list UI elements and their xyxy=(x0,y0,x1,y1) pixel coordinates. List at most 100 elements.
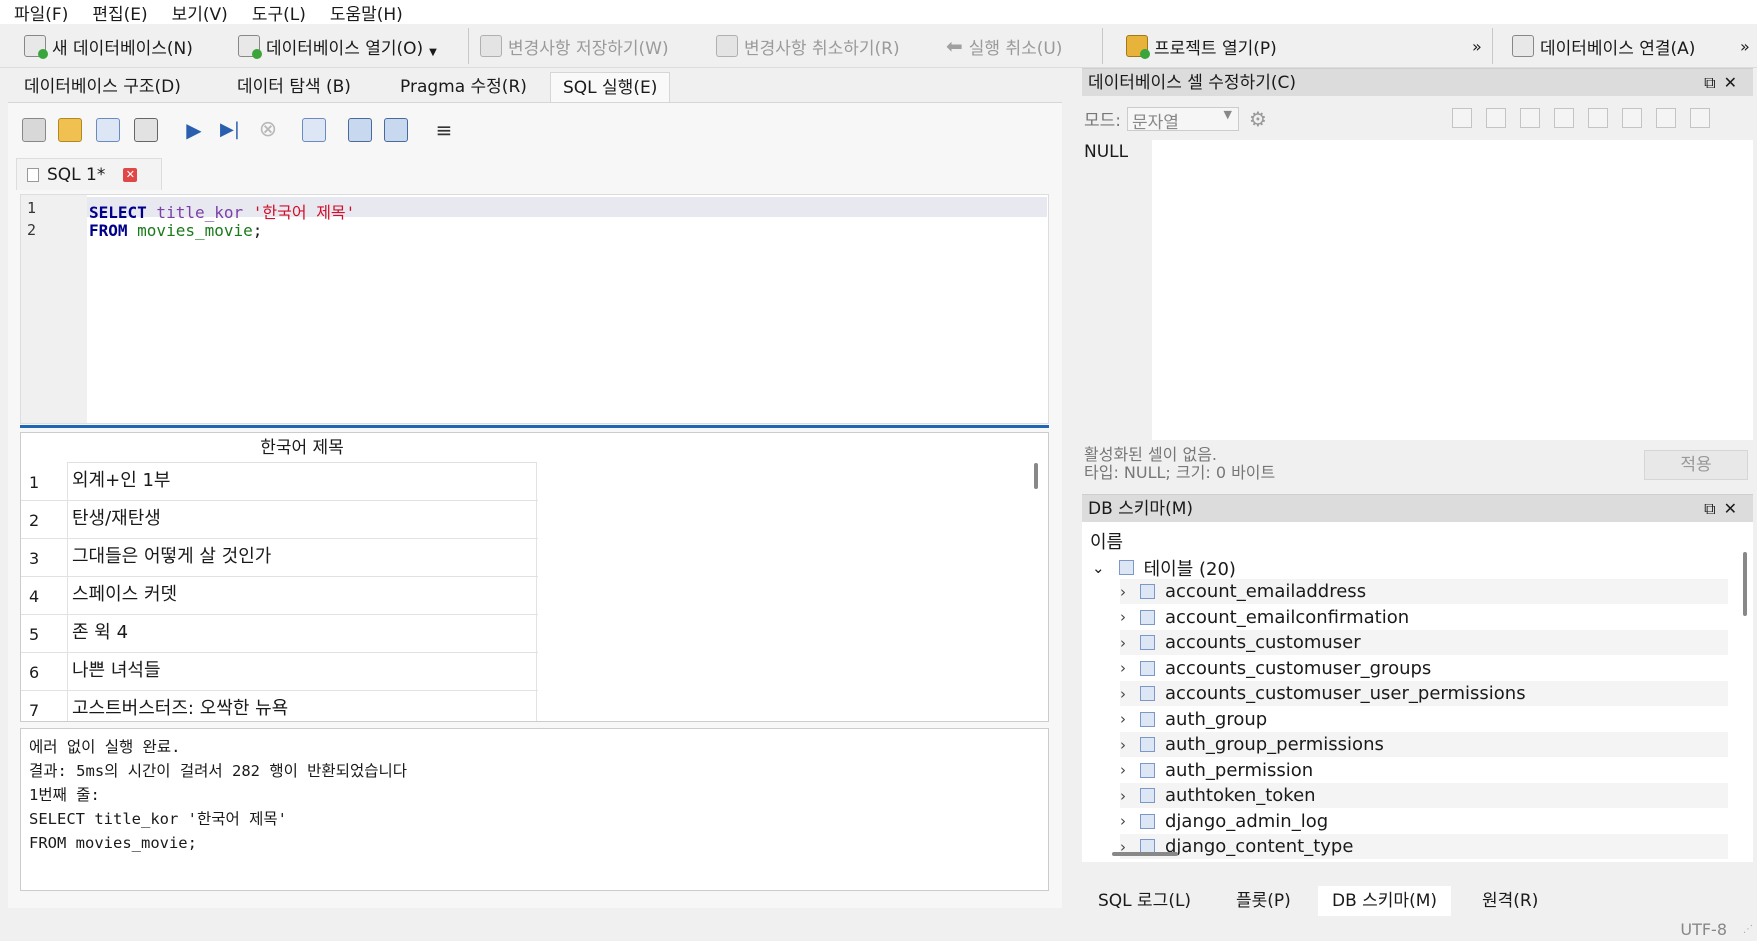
dock-controls-icon[interactable]: ⧉✕ xyxy=(1704,69,1745,97)
toolbar-overflow-button-2[interactable]: » xyxy=(1740,30,1750,62)
stop-execution-icon[interactable]: ⊗ xyxy=(256,118,280,142)
word-wrap-icon[interactable] xyxy=(1486,108,1506,128)
column-header[interactable]: 한국어 제목 xyxy=(67,433,537,463)
menu-edit[interactable]: 편집(E) xyxy=(88,0,167,25)
table-cell[interactable]: 나쁜 녀석들 xyxy=(67,653,537,691)
tab-db-schema[interactable]: DB 스키마(M) xyxy=(1318,886,1452,916)
toolbar-overflow-button[interactable]: » xyxy=(1472,30,1482,62)
table-row[interactable]: 1 외계+인 1부 xyxy=(21,463,538,501)
gear-icon[interactable]: ⚙ xyxy=(1249,107,1267,131)
schema-table-item[interactable]: › account_emailconfirmation xyxy=(1120,605,1409,630)
chevron-right-icon[interactable]: › xyxy=(1120,583,1126,601)
row-number[interactable]: 7 xyxy=(29,701,39,720)
comment-lines-icon[interactable]: ≡ xyxy=(432,118,456,142)
table-cell[interactable]: 고스트버스터즈: 오싹한 뉴욕 xyxy=(67,691,537,721)
chevron-down-icon[interactable]: ⌄ xyxy=(1092,559,1105,577)
auto-format-icon[interactable] xyxy=(1452,108,1472,128)
schema-table-item[interactable]: › auth_group xyxy=(1120,707,1267,732)
table-row[interactable]: 6 나쁜 녀석들 xyxy=(21,653,538,691)
schema-table-item[interactable]: › accounts_customuser_groups xyxy=(1120,656,1431,681)
schema-table-item[interactable]: › auth_group_permissions xyxy=(1120,732,1728,757)
open-tab-icon[interactable] xyxy=(22,118,46,142)
close-tab-icon[interactable]: ✕ xyxy=(123,167,138,182)
chevron-right-icon[interactable]: › xyxy=(1120,608,1126,626)
chevron-right-icon[interactable]: › xyxy=(1120,761,1126,779)
write-changes-button[interactable]: 변경사항 저장하기(W) xyxy=(480,30,669,62)
chevron-right-icon[interactable]: › xyxy=(1120,812,1126,830)
import-icon[interactable] xyxy=(1520,108,1540,128)
chevron-right-icon[interactable]: › xyxy=(1120,659,1126,677)
export-icon[interactable] xyxy=(1554,108,1574,128)
chevron-right-icon[interactable]: › xyxy=(1120,787,1126,805)
link-icon[interactable] xyxy=(1622,108,1642,128)
schema-name-header[interactable]: 이름 xyxy=(1090,528,1123,554)
menu-file[interactable]: 파일(F) xyxy=(10,0,88,25)
sql-editor[interactable]: 1 2 SELECT title_kor '한국어 제목' FROM movie… xyxy=(20,194,1049,424)
tab-edit-pragmas[interactable]: Pragma 수정(R) xyxy=(388,72,539,102)
schema-table-item[interactable]: › django_admin_log xyxy=(1120,809,1328,834)
row-number[interactable]: 6 xyxy=(29,663,39,682)
table-cell[interactable]: 탄생/재탄생 xyxy=(67,501,537,539)
set-null-icon[interactable] xyxy=(1588,108,1608,128)
row-number[interactable]: 2 xyxy=(29,511,39,530)
attach-database-button[interactable]: 데이터베이스 연결(A) xyxy=(1512,30,1695,62)
resize-grip-icon[interactable]: ⋰ xyxy=(1743,924,1753,935)
chevron-right-icon[interactable]: › xyxy=(1120,685,1126,703)
schema-scrollbar-thumb[interactable] xyxy=(1743,552,1747,616)
apply-button[interactable]: 적용 xyxy=(1644,450,1748,480)
open-project-button[interactable]: 프로젝트 열기(P) xyxy=(1126,30,1277,62)
sql-editor-tab[interactable]: SQL 1* ✕ xyxy=(16,158,162,190)
splitter-handle[interactable] xyxy=(20,425,1049,428)
table-cell[interactable]: 외계+인 1부 xyxy=(67,463,537,501)
table-row[interactable]: 4 스페이스 커뎃 xyxy=(21,577,538,615)
save-sql-file-icon[interactable] xyxy=(96,118,120,142)
table-row[interactable]: 7 고스트버스터즈: 오싹한 뉴욕 xyxy=(21,691,538,721)
execute-line-icon[interactable]: ▶| xyxy=(218,118,242,142)
cell-text-area[interactable]: NULL xyxy=(1082,140,1753,440)
tab-browse-data[interactable]: 데이터 탐색 (B) xyxy=(225,72,363,102)
menu-view[interactable]: 보기(V) xyxy=(168,0,248,25)
find-replace-icon[interactable] xyxy=(384,118,408,142)
chevron-right-icon[interactable]: › xyxy=(1120,634,1126,652)
schema-table-item[interactable]: › auth_permission xyxy=(1120,758,1313,783)
table-cell[interactable]: 존 윅 4 xyxy=(67,615,537,653)
print-icon[interactable] xyxy=(134,118,158,142)
dropdown-arrow-icon[interactable]: ▼ xyxy=(429,47,437,58)
tree-item-tables[interactable]: ⌄ 테이블 (20) xyxy=(1092,555,1236,580)
menu-help[interactable]: 도움말(H) xyxy=(326,0,423,25)
tab-database-structure[interactable]: 데이터베이스 구조(D) xyxy=(12,72,193,102)
row-number[interactable]: 3 xyxy=(29,549,39,568)
tab-sql-log[interactable]: SQL 로그(L) xyxy=(1084,886,1205,916)
schema-table-item[interactable]: › django_content_type xyxy=(1120,834,1728,859)
menu-tools[interactable]: 도구(L) xyxy=(248,0,326,25)
chevron-right-icon[interactable]: › xyxy=(1120,710,1126,728)
schema-table-item[interactable]: › accounts_customuser_user_permissions xyxy=(1120,681,1728,706)
table-row[interactable]: 2 탄생/재탄생 xyxy=(21,501,538,539)
open-sql-file-icon[interactable] xyxy=(58,118,82,142)
print-cell-icon[interactable] xyxy=(1690,108,1710,128)
db-schema-tree[interactable]: 이름 ⌄ 테이블 (20) › account_emailaddress › acco… xyxy=(1082,522,1753,862)
schema-table-item[interactable]: › authtoken_token xyxy=(1120,783,1728,808)
execute-all-icon[interactable]: ▶ xyxy=(182,118,206,142)
table-row[interactable]: 5 존 윅 4 xyxy=(21,615,538,653)
grid-scrollbar-thumb[interactable] xyxy=(1034,463,1038,489)
results-grid[interactable]: 한국어 제목 1 외계+인 1부 2 탄생/재탄생 3 그대들은 어떻게 살 것인가 4 스페… xyxy=(20,432,1049,722)
undo-button[interactable]: ⬅ 실행 취소(U) xyxy=(946,30,1062,62)
find-icon[interactable] xyxy=(348,118,372,142)
tab-remote[interactable]: 원격(R) xyxy=(1468,886,1552,916)
schema-table-item[interactable]: › account_emailaddress xyxy=(1120,579,1728,604)
toggle-icon[interactable] xyxy=(1656,108,1676,128)
row-number[interactable]: 4 xyxy=(29,587,39,606)
mode-select[interactable]: 문자열 ▼ xyxy=(1127,106,1240,133)
chevron-right-icon[interactable]: › xyxy=(1120,736,1126,754)
dock-controls-icon[interactable]: ⧉✕ xyxy=(1704,495,1745,523)
open-database-button[interactable]: 데이터베이스 열기(O) ▼ xyxy=(238,30,437,62)
row-number[interactable]: 5 xyxy=(29,625,39,644)
revert-changes-button[interactable]: 변경사항 취소하기(R) xyxy=(716,30,900,62)
tab-execute-sql[interactable]: SQL 실행(E) xyxy=(550,72,671,102)
table-row[interactable]: 3 그대들은 어떻게 살 것인가 xyxy=(21,539,538,577)
table-cell[interactable]: 그대들은 어떻게 살 것인가 xyxy=(67,539,537,577)
new-database-button[interactable]: 새 데이터베이스(N) xyxy=(24,30,193,62)
save-results-icon[interactable] xyxy=(302,118,326,142)
table-cell[interactable]: 스페이스 커뎃 xyxy=(67,577,537,615)
